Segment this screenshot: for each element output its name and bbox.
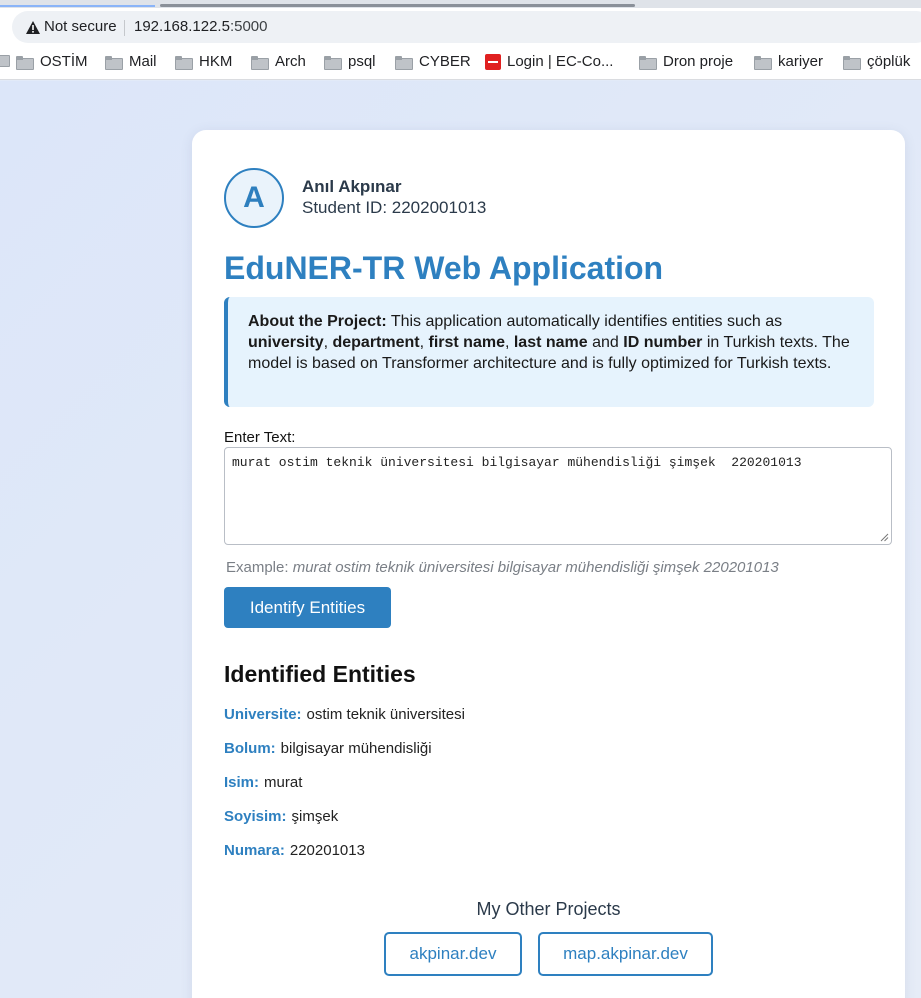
bookmark-label: kariyer — [778, 53, 824, 70]
bookmarks-bar: OSTİM Mail HKM Arch psql CYBER Login | E… — [0, 46, 921, 80]
entity-row: Soyisim: şimşek — [224, 808, 338, 825]
folder-icon — [324, 55, 342, 70]
url-host: 192.168.122.5 — [134, 18, 230, 35]
tab-scroll-bar[interactable] — [160, 4, 635, 7]
bookmark-label: CYBER — [419, 53, 471, 70]
about-keyword: ID number — [623, 334, 703, 351]
bookmark-login-ec[interactable]: Login | EC-Co... — [485, 53, 613, 70]
url-port: :5000 — [229, 18, 268, 35]
entity-key: Isim: — [224, 774, 260, 791]
entity-value: 220201013 — [289, 842, 365, 859]
entity-row: Numara: 220201013 — [224, 842, 365, 859]
about-box: About the Project: This application auto… — [224, 297, 874, 407]
bookmark-psql[interactable]: psql — [324, 53, 376, 70]
warning-icon[interactable] — [26, 21, 40, 34]
bookmark-label: Login | EC-Co... — [507, 53, 614, 70]
folder-icon — [754, 55, 772, 70]
entity-row: Universite: ostim teknik üniversitesi — [224, 706, 465, 723]
bookmark-coplük[interactable]: çöplük — [843, 53, 910, 70]
bookmark-cyber[interactable]: CYBER — [395, 53, 471, 70]
folder-icon — [16, 55, 34, 70]
entity-value: murat — [264, 774, 303, 791]
text-input[interactable]: murat ostim teknik üniversitesi bilgisay… — [224, 447, 892, 545]
input-label: Enter Text: — [224, 429, 296, 446]
example-prefix: Example: — [226, 559, 293, 576]
bookmark-label: Mail — [129, 53, 157, 70]
about-keyword: department — [332, 334, 420, 351]
url-text[interactable]: 192.168.122.5:5000 — [134, 18, 267, 35]
folder-icon — [175, 55, 193, 70]
about-text: , — [504, 334, 514, 351]
avatar: A — [224, 168, 284, 228]
student-name: Anıl Akpınar — [302, 177, 402, 196]
folder-icon — [395, 55, 413, 70]
bookmark-dron-proje[interactable]: Dron proje — [639, 53, 733, 70]
example-hint: Example: murat ostim teknik üniversitesi… — [226, 559, 779, 576]
bookmark-label: psql — [348, 53, 376, 70]
folder-icon — [639, 55, 657, 70]
identify-entities-button[interactable]: Identify Entities — [224, 587, 391, 628]
entity-key: Universite: — [224, 706, 302, 723]
bookmark-hkm[interactable]: HKM — [175, 53, 232, 70]
folder-icon — [843, 55, 861, 70]
about-keyword: university — [248, 334, 324, 351]
folder-icon — [105, 55, 123, 70]
entity-value: şimşek — [291, 808, 339, 825]
folder-icon — [0, 53, 10, 67]
project-link-map-akpinar-dev[interactable]: map.akpinar.dev — [538, 932, 713, 976]
bookmark-label: OSTİM — [40, 53, 88, 70]
about-keyword: first name — [428, 334, 505, 351]
bookmark-arch[interactable]: Arch — [251, 53, 306, 70]
address-bar: Not secure 192.168.122.5:5000 — [0, 8, 921, 46]
about-text: and — [587, 334, 624, 351]
results-title: Identified Entities — [224, 661, 416, 687]
example-text: murat ostim teknik üniversitesi bilgisay… — [292, 559, 779, 576]
other-projects-title: My Other Projects — [476, 899, 621, 919]
entity-key: Bolum: — [224, 740, 276, 757]
bookmark-label: çöplük — [867, 53, 911, 70]
bookmark-item[interactable] — [0, 53, 16, 67]
entity-value: bilgisayar mühendisliği — [280, 740, 432, 757]
entity-key: Soyisim: — [224, 808, 287, 825]
student-id: Student ID: 2202001013 — [302, 198, 487, 217]
folder-icon — [251, 55, 269, 70]
resize-grip-icon[interactable] — [880, 533, 889, 542]
about-keyword: last name — [513, 334, 588, 351]
main-card: A Anıl Akpınar Student ID: 2202001013 Ed… — [192, 130, 905, 998]
about-lead: About the Project: — [248, 313, 387, 330]
bookmark-label: Dron proje — [663, 53, 734, 70]
bookmark-label: Arch — [275, 53, 306, 70]
about-text: This application automatically identifie… — [386, 313, 783, 330]
entity-value: ostim teknik üniversitesi — [306, 706, 465, 723]
url-divider — [124, 20, 125, 36]
ec-council-icon — [485, 53, 501, 70]
entity-row: Bolum: bilgisayar mühendisliği — [224, 740, 432, 757]
about-text: , — [419, 334, 429, 351]
bookmark-kariyer[interactable]: kariyer — [754, 53, 823, 70]
project-link-akpinar-dev[interactable]: akpinar.dev — [384, 932, 522, 976]
page-title: EduNER-TR Web Application — [224, 250, 664, 286]
entity-key: Numara: — [224, 842, 285, 859]
bookmark-ostim[interactable]: OSTİM — [16, 53, 88, 70]
active-tab-indicator — [0, 5, 155, 7]
entity-row: Isim: murat — [224, 774, 302, 791]
security-label[interactable]: Not secure — [44, 18, 117, 35]
bookmark-label: HKM — [199, 53, 233, 70]
bookmark-mail[interactable]: Mail — [105, 53, 157, 70]
